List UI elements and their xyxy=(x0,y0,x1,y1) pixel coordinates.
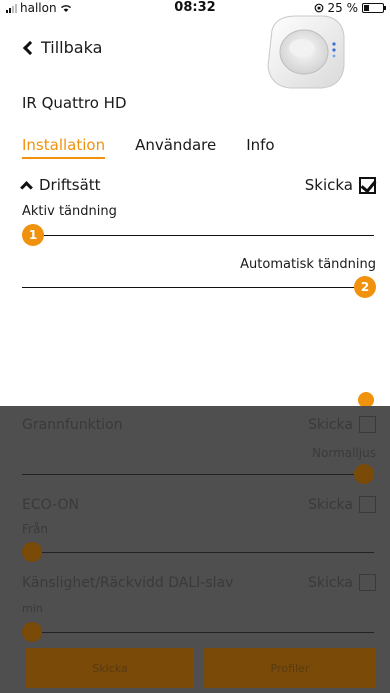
device-name: IR Quattro HD xyxy=(22,94,127,112)
slider-2-thumb[interactable]: 2 xyxy=(354,276,376,298)
slider-2-label: Automatisk tändning xyxy=(240,257,376,272)
send-label: Skicka xyxy=(307,416,353,433)
row-title: Känslighet/Räckvidd DALI-slav xyxy=(22,574,234,591)
slider-thumb[interactable] xyxy=(354,464,374,484)
slider-thumb[interactable] xyxy=(22,542,42,562)
chevron-left-icon xyxy=(22,40,38,55)
section-title: Driftsätt xyxy=(39,176,101,194)
slider-2-track[interactable] xyxy=(22,287,367,288)
send-toggle[interactable]: Skicka xyxy=(308,574,376,591)
row-value-label: Från xyxy=(22,522,48,536)
send-label: Skicka xyxy=(307,496,353,513)
tab-bar: Installation Användare Info xyxy=(22,136,305,159)
slider-track[interactable] xyxy=(22,474,367,475)
row-grannfunktion: Grannfunktion Skicka xyxy=(22,416,376,433)
row-value-label: min xyxy=(22,602,43,615)
send-checkbox[interactable] xyxy=(359,496,376,513)
section-header-driftsatt[interactable]: Driftsätt Skicka xyxy=(20,176,376,194)
back-label: Tillbaka xyxy=(41,38,103,57)
slider-track[interactable] xyxy=(32,632,374,633)
tab-installation[interactable]: Installation xyxy=(22,136,106,159)
row-value-label: Normalljus xyxy=(312,446,376,460)
send-button[interactable]: Skicka xyxy=(26,648,194,688)
slider-thumb[interactable] xyxy=(22,622,42,642)
slider-1-thumb[interactable]: 1 xyxy=(22,224,44,246)
profiles-button[interactable]: Profiler xyxy=(204,648,376,688)
tab-anvandare[interactable]: Användare xyxy=(135,136,216,159)
slider-1-track[interactable] xyxy=(32,235,374,236)
send-toggle[interactable]: Skicka xyxy=(308,496,376,513)
send-label: Skicka xyxy=(304,176,353,194)
slider-track[interactable] xyxy=(32,552,374,553)
row-title: ECO-ON xyxy=(22,496,79,513)
back-button[interactable]: Tillbaka xyxy=(22,38,102,57)
send-checkbox[interactable] xyxy=(359,176,376,194)
row-eco-on: ECO-ON Skicka xyxy=(22,496,376,513)
slider-1-label: Aktiv tändning xyxy=(22,204,117,219)
send-checkbox[interactable] xyxy=(359,416,376,433)
send-checkbox[interactable] xyxy=(359,574,376,591)
row-title: Grannfunktion xyxy=(22,416,123,433)
chevron-up-icon xyxy=(20,181,33,194)
tab-info[interactable]: Info xyxy=(246,136,274,159)
send-label: Skicka xyxy=(307,574,353,591)
section-toggle[interactable]: Driftsätt xyxy=(20,176,101,194)
send-toggle[interactable]: Skicka xyxy=(308,416,376,433)
send-toggle[interactable]: Skicka xyxy=(305,176,376,194)
row-kanslighet: Känslighet/Räckvidd DALI-slav Skicka xyxy=(22,574,376,591)
battery-icon xyxy=(362,3,386,13)
device-image xyxy=(267,15,345,89)
